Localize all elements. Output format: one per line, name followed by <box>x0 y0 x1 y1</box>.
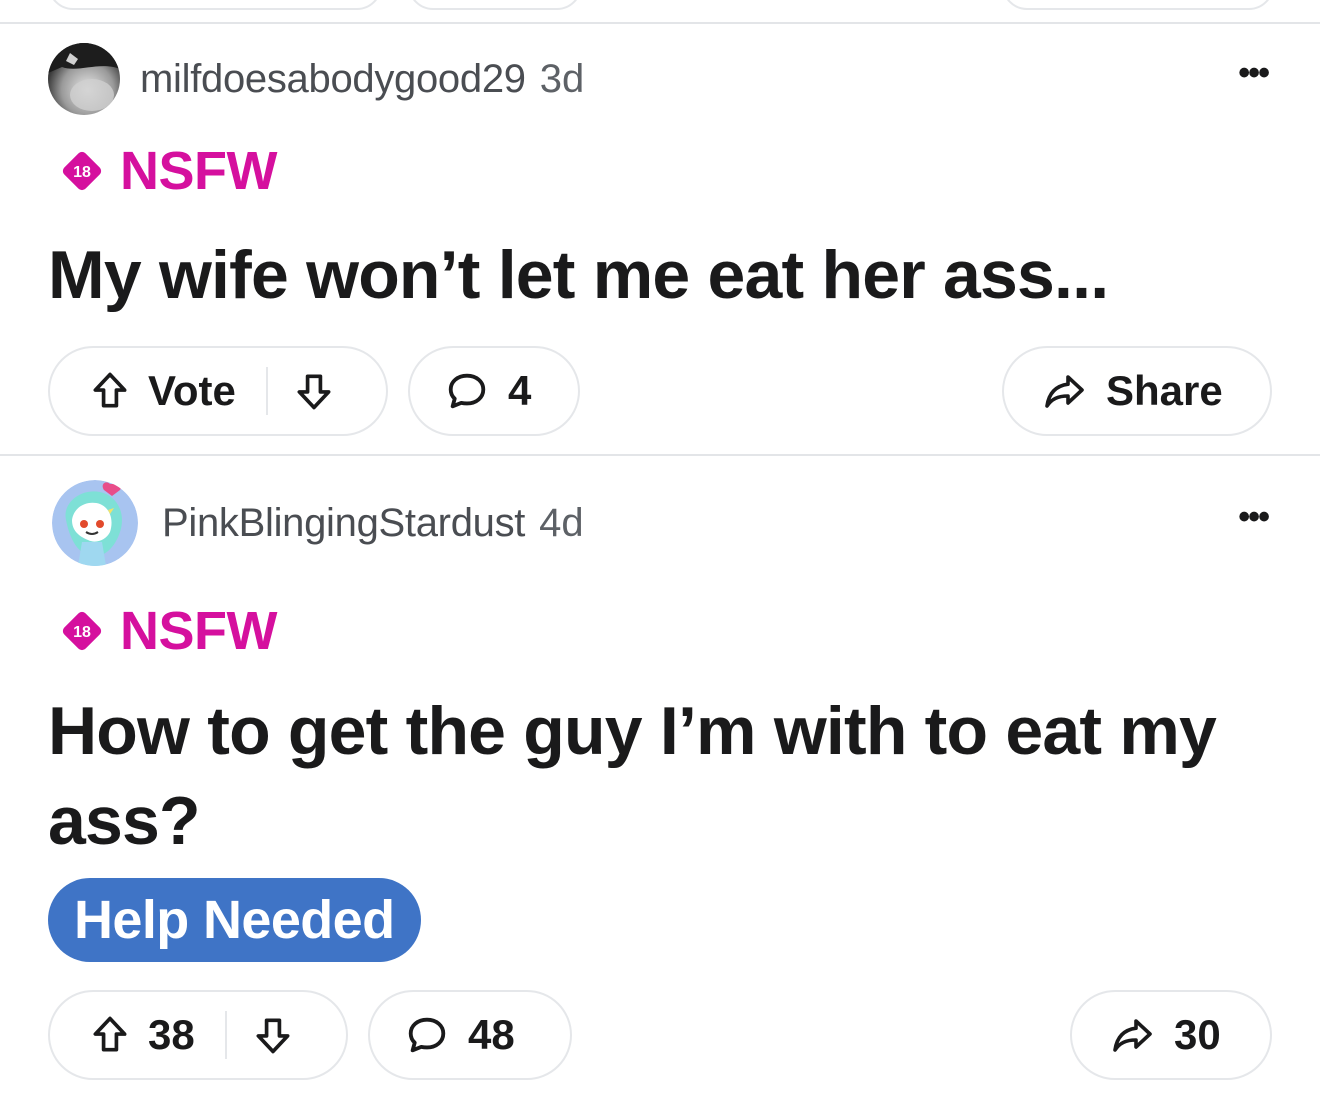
nsfw-tag: 18 NSFW <box>60 600 277 662</box>
vote-control: Vote <box>48 346 388 436</box>
post-card[interactable]: PinkBlingingStardust 4d ••• 18 NSFW How … <box>0 456 1320 1097</box>
previous-vote-button[interactable] <box>48 0 382 10</box>
upvote-icon[interactable] <box>88 1013 132 1057</box>
share-icon <box>1040 367 1088 415</box>
previous-comment-button[interactable] <box>408 0 582 10</box>
post-title[interactable]: How to get the guy I’m with to eat my as… <box>48 686 1278 866</box>
user-avatar[interactable] <box>52 480 138 566</box>
upvote-icon[interactable] <box>88 369 132 413</box>
comment-count: 48 <box>468 1011 515 1058</box>
downvote-icon[interactable] <box>292 369 336 413</box>
vote-separator <box>224 1011 227 1059</box>
user-avatar[interactable] <box>48 43 120 115</box>
nsfw-label: NSFW <box>120 601 277 661</box>
svg-text:18: 18 <box>73 164 91 181</box>
comments-button[interactable]: 4 <box>408 346 580 436</box>
nsfw-18-icon: 18 <box>60 149 104 193</box>
nsfw-label: NSFW <box>120 141 277 201</box>
username[interactable]: milfdoesabodygood29 <box>140 57 526 102</box>
share-count: 30 <box>1174 1011 1221 1058</box>
username[interactable]: PinkBlingingStardust <box>162 501 525 546</box>
comment-icon <box>444 368 490 414</box>
share-label: Share <box>1106 367 1223 414</box>
downvote-icon[interactable] <box>251 1013 295 1057</box>
vote-count: 38 <box>148 1011 195 1058</box>
post-title[interactable]: My wife won’t let me eat her ass... <box>48 230 1278 320</box>
nsfw-18-icon: 18 <box>60 609 104 653</box>
post-age: 3d <box>539 56 585 101</box>
comment-icon <box>404 1012 450 1058</box>
previous-post-actions <box>0 0 1320 24</box>
post-age: 4d <box>539 500 584 545</box>
svg-text:18: 18 <box>73 624 91 641</box>
post-card[interactable]: milfdoesabodygood29 3d ••• 18 NSFW My wi… <box>0 24 1320 454</box>
share-icon <box>1108 1011 1156 1059</box>
vote-separator <box>265 367 268 415</box>
share-button[interactable]: 30 <box>1070 990 1272 1080</box>
more-options-icon[interactable]: ••• <box>1238 498 1270 537</box>
nsfw-tag: 18 NSFW <box>60 140 277 202</box>
vote-control: 38 <box>48 990 348 1080</box>
comment-count: 4 <box>508 367 532 414</box>
comments-button[interactable]: 48 <box>368 990 572 1080</box>
vote-label: Vote <box>148 367 236 414</box>
share-button[interactable]: Share <box>1002 346 1272 436</box>
post-flair: Help Needed <box>48 878 421 962</box>
more-options-icon[interactable]: ••• <box>1238 54 1270 93</box>
previous-share-button[interactable] <box>1002 0 1274 10</box>
